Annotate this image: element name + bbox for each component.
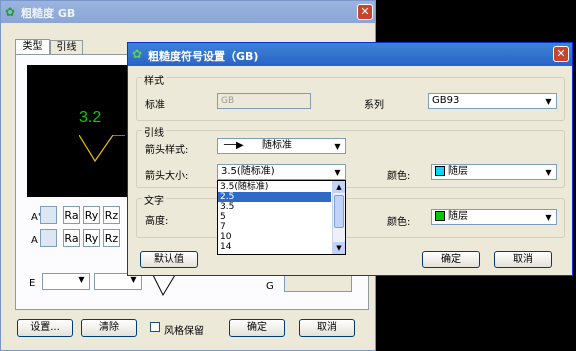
scroll-thumb[interactable] — [334, 195, 344, 228]
scroll-down-icon[interactable]: ▼ — [333, 242, 345, 254]
style-keep-label: 风格保留 — [164, 326, 204, 337]
close-icon[interactable]: ✕ — [357, 4, 373, 20]
row1-blank-button[interactable] — [40, 206, 57, 224]
row2-blank-button[interactable] — [40, 229, 57, 247]
symbol-settings-dialog: ✿ 粗糙度符号设置（GB) ✕ 样式 标准 GB 系列 GB93 ▼ 引线 箭头… — [127, 42, 573, 276]
chevron-down-icon[interactable]: ▼ — [127, 275, 140, 288]
clear-button[interactable]: 清除 — [81, 319, 137, 337]
leader-color-label: 颜色: — [387, 171, 411, 182]
back-cancel-button[interactable]: 取消 — [299, 319, 355, 337]
roughness-symbol-icon — [79, 135, 125, 163]
preview-canvas: 3.2 — [27, 65, 127, 197]
scroll-up-icon[interactable]: ▲ — [333, 181, 345, 193]
text-color-label: 颜色: — [387, 217, 411, 228]
leader-color-swatch — [435, 166, 445, 176]
standard-field[interactable]: GB — [217, 93, 311, 109]
arrow-size-dropdown-list[interactable]: 3.5(随标准) 2.5 3.5 5 7 10 14 ▲ ▼ — [217, 180, 346, 255]
arrow-style-label: 箭头样式: — [145, 145, 189, 156]
roughness-titlebar: ✿ 粗糙度 GB ✕ — [1, 1, 375, 23]
g-combo[interactable] — [284, 275, 352, 292]
close-icon[interactable]: ✕ — [553, 46, 569, 62]
height-label: 高度: — [145, 216, 169, 227]
tab-leader[interactable]: 引线 — [50, 40, 83, 54]
text-color-combo[interactable]: 随层 ▼ — [431, 209, 557, 225]
series-combo[interactable]: GB93 ▼ — [428, 93, 557, 109]
chevron-down-icon[interactable]: ▼ — [542, 211, 555, 223]
text-color-swatch — [435, 211, 445, 221]
app-icon: ✿ — [132, 47, 143, 61]
back-ok-button[interactable]: 确定 — [229, 319, 285, 337]
dropdown-option[interactable]: 14 — [218, 242, 331, 252]
dropdown-option[interactable]: 3.5 — [218, 202, 331, 212]
app-icon: ✿ — [5, 5, 16, 19]
e-label: E — [29, 278, 36, 289]
front-cancel-button[interactable]: 取消 — [494, 251, 552, 268]
series-label: 系列 — [364, 100, 384, 111]
arrow-icon: ──▶ — [224, 140, 244, 151]
chevron-down-icon[interactable]: ▼ — [331, 140, 344, 152]
dropdown-option[interactable]: 5 — [218, 212, 331, 222]
chevron-down-icon[interactable]: ▼ — [75, 275, 88, 288]
symbol-settings-titlebar: ✿ 粗糙度符号设置（GB) ✕ — [128, 43, 572, 66]
row2-ry-button[interactable]: Ry — [83, 229, 100, 247]
text-group-label: 文字 — [142, 192, 166, 207]
row2-label: A — [31, 235, 38, 246]
setup-button[interactable]: 设置... — [17, 319, 73, 337]
roughness-value-text: 3.2 — [79, 109, 102, 126]
chevron-down-icon[interactable]: ▼ — [331, 166, 344, 178]
symbol-settings-title: 粗糙度符号设置（GB) — [148, 50, 259, 63]
dropdown-options: 3.5(随标准) 2.5 3.5 5 7 10 14 — [218, 182, 331, 252]
dropdown-option-selected[interactable]: 2.5 — [218, 192, 331, 202]
row1-ry-button[interactable]: Ry — [83, 206, 100, 224]
leader-symbol-icon — [152, 274, 176, 297]
g-label: G — [266, 281, 274, 292]
default-button[interactable]: 默认值 — [140, 251, 198, 268]
chevron-down-icon[interactable]: ▼ — [542, 166, 555, 178]
row1-rz-button[interactable]: Rz — [103, 206, 120, 224]
dropdown-option[interactable]: 7 — [218, 222, 331, 232]
arrow-size-label: 箭头大小: — [145, 171, 189, 182]
style-keep-checkbox[interactable] — [150, 322, 160, 332]
chevron-down-icon[interactable]: ▼ — [542, 95, 555, 107]
leader-group-label: 引线 — [142, 124, 166, 139]
arrow-size-combo[interactable]: 3.5(随标准) ▼ — [217, 164, 346, 180]
roughness-title: 粗糙度 GB — [21, 7, 76, 20]
arrow-style-combo[interactable]: ──▶ 随标准 ▼ — [217, 138, 346, 154]
dropdown-option[interactable]: 3.5(随标准) — [218, 182, 331, 192]
leader-color-combo[interactable]: 随层 ▼ — [431, 164, 557, 180]
front-ok-button[interactable]: 确定 — [422, 251, 480, 268]
e-combo[interactable]: ▼ — [42, 273, 90, 290]
row2-ra-button[interactable]: Ra — [63, 229, 80, 247]
tab-type[interactable]: 类型 — [15, 39, 50, 54]
row1-ra-button[interactable]: Ra — [63, 206, 80, 224]
style-group-label: 样式 — [142, 72, 166, 87]
standard-label: 标准 — [145, 100, 165, 111]
dropdown-option[interactable]: 10 — [218, 232, 331, 242]
dropdown-scrollbar[interactable]: ▲ ▼ — [332, 181, 345, 254]
row2-rz-button[interactable]: Rz — [103, 229, 120, 247]
